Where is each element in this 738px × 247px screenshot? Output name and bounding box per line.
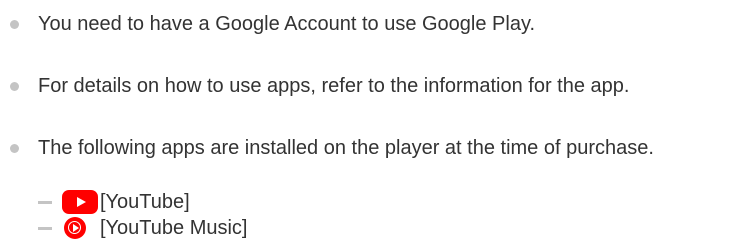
note-text: You need to have a Google Account to use… bbox=[38, 13, 536, 35]
app-label: [YouTube] bbox=[100, 191, 190, 213]
app-list-item-youtube-music: [YouTube Music] bbox=[0, 216, 400, 240]
youtube-icon bbox=[62, 190, 98, 214]
bullet-dot-icon bbox=[10, 144, 19, 153]
app-label: [YouTube Music] bbox=[100, 217, 248, 239]
note-item: You need to have a Google Account to use… bbox=[0, 11, 738, 39]
youtube-music-icon bbox=[64, 217, 86, 239]
note-text: For details on how to use apps, refer to… bbox=[38, 75, 630, 97]
bullet-dot-icon bbox=[10, 20, 19, 29]
note-item: For details on how to use apps, refer to… bbox=[0, 73, 738, 101]
dash-icon bbox=[38, 227, 52, 230]
bullet-dot-icon bbox=[10, 82, 19, 91]
note-text: The following apps are installed on the … bbox=[38, 137, 654, 159]
dash-icon bbox=[38, 201, 52, 204]
app-list-item-youtube: [YouTube] bbox=[0, 190, 400, 214]
note-item: The following apps are installed on the … bbox=[0, 135, 738, 163]
